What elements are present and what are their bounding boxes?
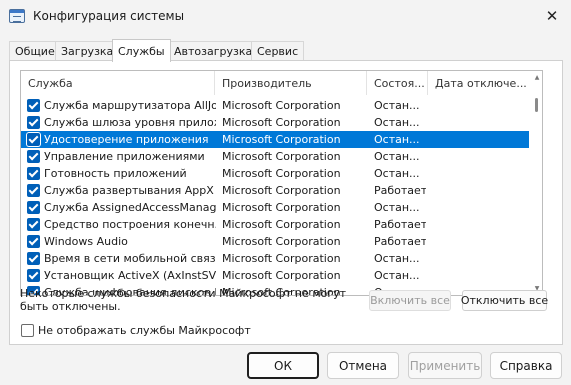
service-manufacturer: Microsoft Corporation [222, 252, 341, 265]
scroll-up-icon[interactable]: ▲ [533, 74, 541, 82]
service-manufacturer: Microsoft Corporation [222, 184, 341, 197]
service-manufacturer: Microsoft Corporation [222, 133, 341, 146]
apply-button[interactable]: Применить [408, 352, 482, 379]
service-name: Время в сети мобильной связи [44, 252, 216, 265]
service-checkbox[interactable] [27, 252, 40, 265]
table-row[interactable]: Установщик ActiveX (AxInstSV) Microsoft … [21, 267, 529, 284]
cancel-button[interactable]: Отмена [327, 352, 399, 379]
column-header-status[interactable]: Состоя... [367, 71, 428, 95]
table-row[interactable]: Служба развертывания AppX (... Microsoft… [21, 182, 529, 199]
service-name: Служба маршрутизатора AllJoyn [44, 99, 216, 112]
service-checkbox[interactable] [27, 99, 40, 112]
service-name: Windows Audio [44, 235, 128, 248]
service-manufacturer: Microsoft Corporation [222, 99, 341, 112]
service-checkbox[interactable] [27, 218, 40, 231]
ok-button[interactable]: ОК [247, 352, 319, 379]
services-list[interactable]: Служба Производитель Состоя... Дата откл… [20, 70, 543, 296]
hide-ms-services-checkbox[interactable]: Не отображать службы Майкрософт [21, 322, 251, 338]
service-checkbox[interactable] [27, 184, 40, 197]
vertical-scrollbar[interactable]: ▲ ▼ [533, 72, 541, 295]
service-checkbox[interactable] [27, 167, 40, 180]
service-name: Служба развертывания AppX (... [44, 184, 216, 197]
service-status: Работает [374, 218, 426, 231]
service-checkbox[interactable] [27, 150, 40, 163]
table-row[interactable]: Windows Audio Microsoft Corporation Рабо… [21, 233, 529, 250]
service-name: Служба AssignedAccessManager [44, 201, 216, 214]
tab-boot[interactable]: Загрузка [55, 41, 120, 61]
table-row[interactable]: Служба AssignedAccessManager Microsoft C… [21, 199, 529, 216]
tab-services[interactable]: Службы [112, 39, 171, 62]
service-status: Остан... [374, 133, 420, 146]
service-checkbox[interactable] [27, 116, 40, 129]
services-panel: Служба Производитель Состоя... Дата откл… [9, 60, 563, 345]
help-button[interactable]: Справка [490, 352, 562, 379]
service-name: Удостоверение приложения [44, 133, 209, 146]
service-manufacturer: Microsoft Corporation [222, 201, 341, 214]
service-name: Средство построения конечн... [44, 218, 216, 231]
column-header-service[interactable]: Служба [21, 71, 215, 95]
enable-all-button[interactable]: Включить все [369, 290, 451, 311]
title-bar: Конфигурация системы ✕ [0, 0, 571, 34]
window-title: Конфигурация системы [33, 9, 185, 23]
column-header-manufacturer[interactable]: Производитель [215, 71, 367, 95]
service-status: Работает [374, 184, 426, 197]
service-status: Остан... [374, 116, 420, 129]
close-button[interactable]: ✕ [537, 3, 567, 29]
disable-all-button[interactable]: Отключить все [461, 290, 548, 311]
checkbox-unchecked-icon[interactable] [21, 323, 34, 337]
table-row[interactable]: Управление приложениями Microsoft Corpor… [21, 148, 529, 165]
service-manufacturer: Microsoft Corporation [222, 235, 341, 248]
tab-startup[interactable]: Автозагрузка [168, 41, 259, 61]
service-manufacturer: Microsoft Corporation [222, 218, 341, 231]
service-checkbox[interactable] [27, 269, 40, 282]
tab-tools[interactable]: Сервис [251, 41, 305, 61]
security-services-note: Некоторые службы безопасности Майкрософт… [20, 287, 347, 313]
service-status: Остан... [374, 201, 420, 214]
service-status: Остан... [374, 150, 420, 163]
service-rows: Служба маршрутизатора AllJoyn Microsoft … [21, 97, 529, 295]
tab-bar: Общие Загрузка Службы Автозагрузка Серви… [9, 39, 563, 62]
service-name: Установщик ActiveX (AxInstSV) [44, 269, 216, 282]
table-row[interactable]: Средство построения конечн... Microsoft … [21, 216, 529, 233]
service-manufacturer: Microsoft Corporation [222, 150, 341, 163]
close-icon: ✕ [545, 7, 559, 25]
service-manufacturer: Microsoft Corporation [222, 116, 341, 129]
service-name: Служба шлюза уровня прилож... [44, 116, 216, 129]
service-manufacturer: Microsoft Corporation [222, 269, 341, 282]
service-checkbox[interactable] [27, 201, 40, 214]
table-row[interactable]: Готовность приложений Microsoft Corporat… [21, 165, 529, 182]
tab-general[interactable]: Общие [9, 41, 61, 61]
service-status: Остан... [374, 269, 420, 282]
column-header-date-disabled[interactable]: Дата отключе... [428, 71, 529, 95]
table-row-selected[interactable]: Удостоверение приложения Microsoft Corpo… [21, 131, 529, 148]
service-status: Работает [374, 235, 426, 248]
hide-ms-services-label: Не отображать службы Майкрософт [38, 323, 251, 337]
service-name: Готовность приложений [44, 167, 187, 180]
table-row[interactable]: Время в сети мобильной связи Microsoft C… [21, 250, 529, 267]
list-header: Служба Производитель Состоя... Дата откл… [21, 71, 529, 95]
table-row[interactable]: Служба шлюза уровня прилож... Microsoft … [21, 114, 529, 131]
service-name: Управление приложениями [44, 150, 205, 163]
service-manufacturer: Microsoft Corporation [222, 167, 341, 180]
service-status: Остан... [374, 252, 420, 265]
scroll-thumb[interactable] [535, 98, 538, 112]
msconfig-app-icon [9, 9, 25, 23]
service-checkbox[interactable] [27, 133, 40, 146]
service-status: Остан... [374, 167, 420, 180]
table-row[interactable]: Служба маршрутизатора AllJoyn Microsoft … [21, 97, 529, 114]
service-status: Остан... [374, 99, 420, 112]
service-checkbox[interactable] [27, 235, 40, 248]
